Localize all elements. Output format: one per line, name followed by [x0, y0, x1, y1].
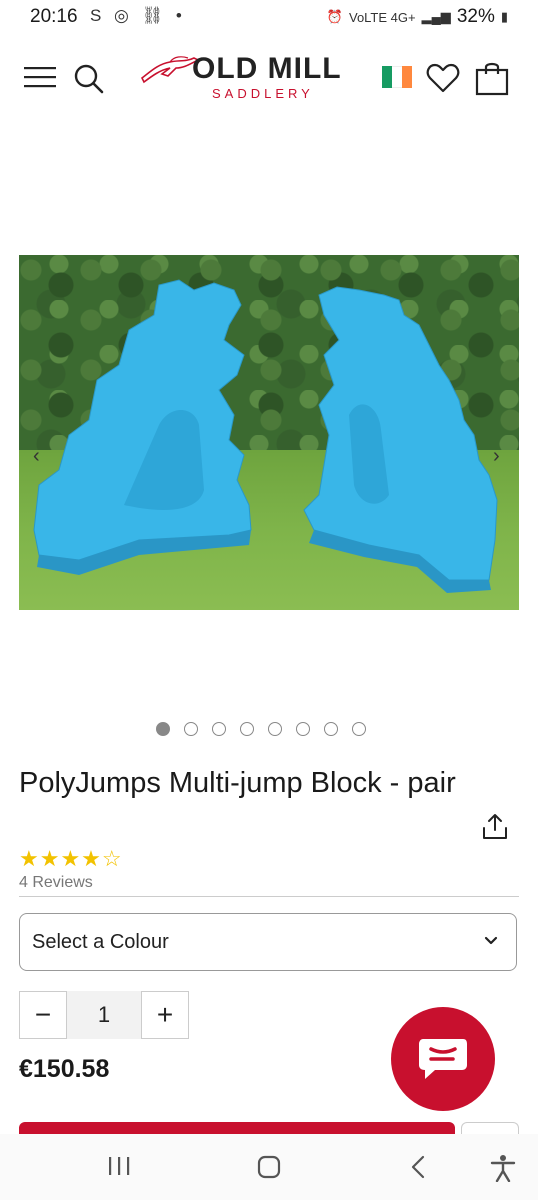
- status-right-icons: ⏰ VoLTE 4G+ ▂▄▆ 32% ▮: [327, 6, 508, 28]
- share-icon[interactable]: [482, 812, 508, 840]
- accessibility-icon[interactable]: [490, 1154, 516, 1182]
- product-image[interactable]: ‹ ›: [19, 255, 519, 610]
- logo-main-text: OLD MILL: [192, 52, 342, 85]
- gallery-dot[interactable]: [184, 722, 198, 736]
- menu-icon[interactable]: [24, 66, 56, 88]
- horse-logo-icon: [140, 56, 200, 84]
- secondary-action-button[interactable]: [461, 1122, 519, 1134]
- home-icon[interactable]: [256, 1154, 282, 1180]
- product-price: €150.58: [19, 1055, 110, 1083]
- gallery-next-arrow[interactable]: ›: [493, 445, 500, 468]
- gallery-pagination: [156, 722, 366, 736]
- chat-icon: [419, 1039, 467, 1079]
- gallery-dot[interactable]: [156, 722, 170, 736]
- add-to-cart-button[interactable]: [19, 1122, 455, 1134]
- divider: [19, 896, 519, 897]
- heart-icon[interactable]: [426, 62, 460, 94]
- gallery-dot[interactable]: [212, 722, 226, 736]
- recent-apps-icon[interactable]: [106, 1154, 132, 1178]
- search-icon[interactable]: [72, 62, 104, 94]
- chevron-down-icon: [484, 936, 498, 945]
- jump-blocks-illustration: [33, 279, 498, 593]
- battery-icon: ▮: [500, 9, 508, 24]
- ireland-flag-icon[interactable]: [382, 66, 412, 88]
- bag-icon[interactable]: [474, 60, 510, 96]
- network-label: VoLTE 4G+: [348, 9, 416, 25]
- quantity-decrease-button[interactable]: −: [19, 991, 67, 1039]
- product-title: PolyJumps Multi-jump Block - pair: [19, 767, 456, 799]
- site-header: OLD MILL SADDLERY: [0, 34, 538, 124]
- gallery-dot[interactable]: [268, 722, 282, 736]
- status-bar: 20:16 S ◎ ⛓ • ⏰ VoLTE 4G+ ▂▄▆ 32% ▮: [0, 0, 538, 34]
- reviews-link[interactable]: 4 Reviews: [19, 874, 93, 892]
- status-notification-icons: S ◎ ⛓ •: [90, 6, 186, 25]
- gallery-dot[interactable]: [324, 722, 338, 736]
- back-icon[interactable]: [408, 1154, 428, 1180]
- chat-button[interactable]: [391, 1007, 495, 1111]
- system-nav-bar: [0, 1134, 538, 1200]
- signal-icon: ▂▄▆: [421, 9, 451, 24]
- alarm-icon: ⏰: [326, 9, 343, 24]
- battery-percentage: 32%: [456, 6, 495, 27]
- quantity-value[interactable]: 1: [67, 991, 141, 1039]
- quantity-increase-button[interactable]: +: [141, 991, 189, 1039]
- logo-sub-text: SADDLERY: [212, 86, 314, 101]
- rating-stars[interactable]: ★★★★☆: [19, 846, 123, 872]
- status-time: 20:16: [30, 6, 78, 27]
- gallery-dot[interactable]: [352, 722, 366, 736]
- colour-select-label: Select a Colour: [32, 931, 169, 953]
- gallery-dot[interactable]: [240, 722, 254, 736]
- colour-select[interactable]: Select a Colour: [19, 913, 517, 971]
- gallery-prev-arrow[interactable]: ‹: [33, 445, 40, 468]
- site-logo[interactable]: OLD MILL SADDLERY: [140, 52, 366, 104]
- gallery-dot[interactable]: [296, 722, 310, 736]
